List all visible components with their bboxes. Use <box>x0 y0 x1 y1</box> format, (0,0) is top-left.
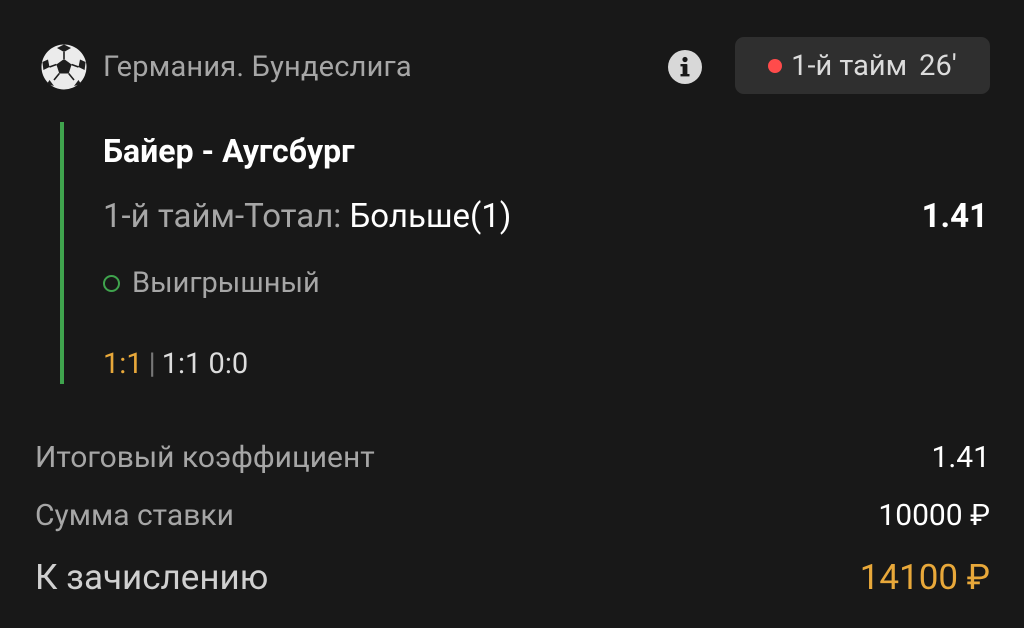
period-scores: 1:1 0:0 <box>161 347 249 381</box>
bet-status: Выигрышный <box>103 266 320 300</box>
info-icon[interactable] <box>667 49 703 85</box>
payout-value: 14100 ₽ <box>859 557 990 598</box>
status-circle-icon <box>103 274 120 292</box>
match-title[interactable]: Байер - Аугсбург <box>103 132 354 170</box>
bet-market: 1-й тайм-Тотал: Больше(1) <box>103 197 511 236</box>
stake-value: 10000 ₽ <box>878 498 990 533</box>
live-status-badge: 1-й тайм 26' <box>735 37 990 94</box>
score-separator: | <box>148 347 156 381</box>
live-dot-icon <box>768 58 783 73</box>
total-odds-value: 1.41 <box>931 440 991 475</box>
market-outcome: Больше(1) <box>349 197 512 236</box>
payout-label: К зачислению <box>35 557 269 598</box>
total-odds-label: Итоговый коэффициент <box>35 440 375 475</box>
current-score: 1:1 <box>103 347 143 381</box>
stake-label: Сумма ставки <box>35 498 234 533</box>
bet-odds: 1.41 <box>921 197 988 236</box>
live-period: 1-й тайм <box>791 48 908 83</box>
bet-details: Байер - Аугсбург 1-й тайм-Тотал: Больше(… <box>60 122 1000 384</box>
match-score: 1:1 | 1:1 0:0 <box>103 347 248 381</box>
soccer-ball-icon <box>41 44 87 90</box>
market-label: 1-й тайм-Тотал: <box>103 197 350 236</box>
live-minute: 26' <box>919 48 957 83</box>
bet-status-label: Выигрышный <box>132 266 320 300</box>
league-name[interactable]: Германия. Бундеслига <box>103 50 412 84</box>
bet-status-line <box>60 122 64 384</box>
bet-header: Германия. Бундеслига 1-й тайм 26' <box>0 0 1024 110</box>
